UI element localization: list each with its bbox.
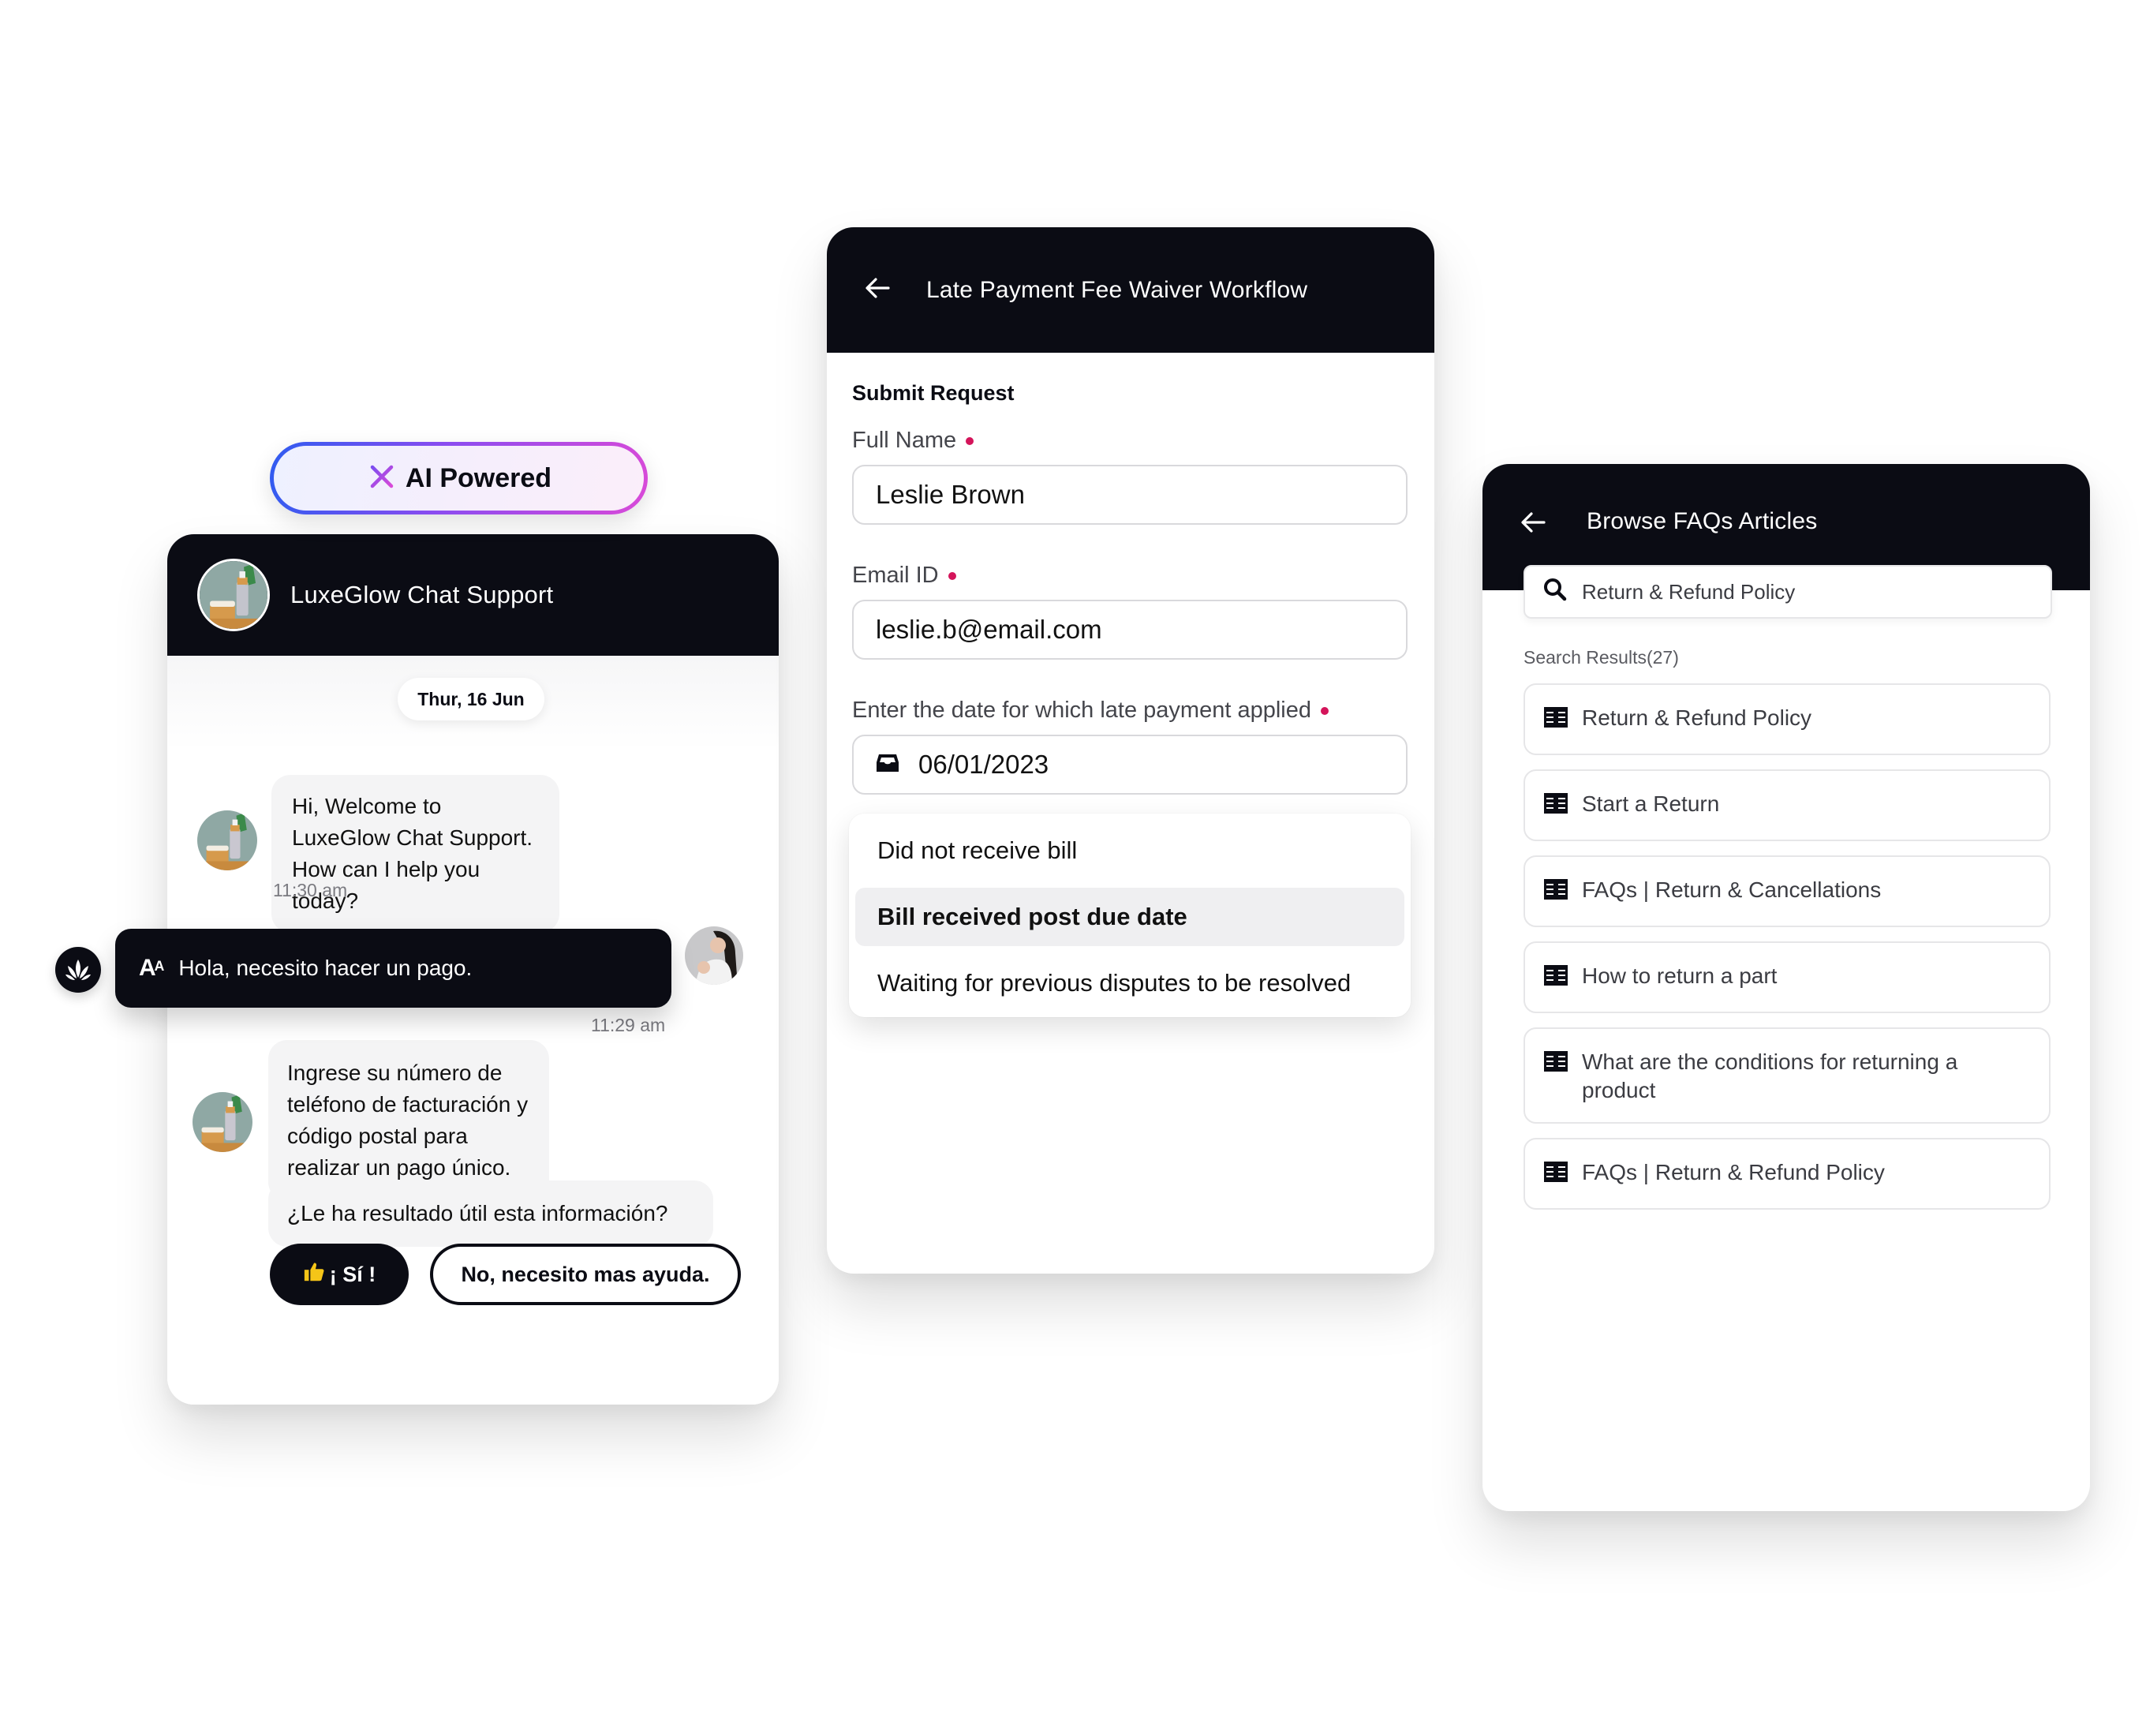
- book-icon: [1544, 1048, 1582, 1080]
- faq-results-list: Return & Refund Policy Start a Return FA…: [1524, 683, 2051, 1224]
- user-message-text: Hola, necesito hacer un pago.: [178, 956, 473, 980]
- message-timestamp: 11:29 am: [591, 1015, 666, 1035]
- faq-article-title: Return & Refund Policy: [1582, 705, 1812, 730]
- book-icon: [1544, 704, 1582, 736]
- faq-article-item[interactable]: Return & Refund Policy: [1524, 683, 2051, 755]
- workflow-form-panel: Late Payment Fee Waiver Workflow Submit …: [827, 227, 1434, 1274]
- faq-article-item[interactable]: Start a Return: [1524, 769, 2051, 841]
- chat-widget: LuxeGlow Chat Support Thur, 16 Jun Hi, W…: [115, 534, 779, 1405]
- bot-message: Ingrese su número de teléfono de factura…: [268, 1040, 549, 1201]
- ai-powered-label: AI Powered: [405, 462, 552, 493]
- form-title: Late Payment Fee Waiver Workflow: [926, 276, 1308, 303]
- date-separator: Thur, 16 Jun: [398, 678, 544, 720]
- bot-avatar: [193, 1092, 252, 1152]
- faq-article-item[interactable]: FAQs | Return & Refund Policy: [1524, 1138, 2051, 1210]
- faq-article-title: Start a Return: [1582, 791, 1720, 816]
- faq-title: Browse FAQs Articles: [1587, 508, 1818, 534]
- chat-title: LuxeGlow Chat Support: [290, 581, 554, 608]
- book-icon: [1544, 1158, 1582, 1191]
- dropdown-option-highlighted[interactable]: Bill received post due date: [855, 888, 1404, 946]
- faq-article-item[interactable]: FAQs | Return & Cancellations: [1524, 855, 2051, 927]
- bot-message: ¿Le ha resultado útil esta información?: [268, 1180, 713, 1247]
- bot-avatar: [197, 810, 257, 870]
- date-label: Enter the date for which late payment ap…: [852, 698, 1408, 724]
- back-arrow-icon[interactable]: [1519, 508, 1547, 541]
- dropdown-option[interactable]: Waiting for previous disputes to be reso…: [855, 954, 1404, 1012]
- faq-article-title: What are the conditions for returning a …: [1582, 1049, 1958, 1102]
- search-value: Return & Refund Policy: [1582, 579, 1796, 604]
- required-indicator: [1320, 706, 1329, 715]
- faq-article-item[interactable]: How to return a part: [1524, 941, 2051, 1013]
- faq-article-title: How to return a part: [1582, 963, 1778, 988]
- date-input[interactable]: 06/01/2023: [852, 735, 1408, 795]
- sparkle-icon: [366, 461, 398, 496]
- yes-reply-label: ¡ Sí !: [329, 1262, 376, 1286]
- thumbs-up-icon: [303, 1261, 325, 1289]
- book-icon: [1544, 790, 1582, 822]
- search-results-count: Search Results(27): [1524, 647, 1679, 668]
- translate-icon[interactable]: Aᴬ: [139, 955, 164, 982]
- search-icon: [1542, 577, 1582, 608]
- chat-messages: Thur, 16 Jun Hi, Welcome to LuxeGlow Cha…: [115, 656, 779, 1405]
- faq-article-title: FAQs | Return & Cancellations: [1582, 877, 1882, 902]
- faq-article-title: FAQs | Return & Refund Policy: [1582, 1160, 1885, 1184]
- section-title: Submit Request: [852, 381, 1015, 405]
- user-message: Aᴬ Hola, necesito hacer un pago.: [115, 929, 671, 1008]
- calendar-icon: [876, 750, 918, 780]
- yes-reply-button[interactable]: ¡ Sí !: [270, 1244, 409, 1305]
- full-name-label: Full Name: [852, 428, 1408, 454]
- full-name-input[interactable]: Leslie Brown: [852, 465, 1408, 525]
- dropdown-option[interactable]: Did not receive bill: [855, 821, 1404, 880]
- chat-header: LuxeGlow Chat Support: [167, 534, 779, 656]
- faq-panel: Browse FAQs Articles Return & Refund Pol…: [1482, 464, 2090, 1511]
- faq-article-item[interactable]: What are the conditions for returning a …: [1524, 1027, 2051, 1124]
- user-avatar: [685, 926, 743, 985]
- email-input[interactable]: leslie.b@email.com: [852, 600, 1408, 660]
- reason-dropdown-menu: Did not receive bill Bill received post …: [849, 814, 1411, 1017]
- back-arrow-icon[interactable]: [863, 274, 892, 306]
- message-timestamp: 11:30 am: [273, 880, 348, 900]
- ai-powered-badge: AI Powered: [270, 442, 648, 514]
- date-value: 06/01/2023: [918, 750, 1049, 779]
- required-indicator: [948, 571, 956, 580]
- brand-logo-icon: [55, 947, 101, 993]
- book-icon: [1544, 876, 1582, 908]
- form-header: Late Payment Fee Waiver Workflow: [827, 227, 1434, 353]
- bot-avatar: [197, 559, 270, 631]
- book-icon: [1544, 962, 1582, 994]
- no-reply-button[interactable]: No, necesito mas ayuda.: [430, 1244, 741, 1305]
- required-indicator: [966, 436, 974, 445]
- bot-message: Hi, Welcome to LuxeGlow Chat Support. Ho…: [271, 775, 559, 933]
- email-label: Email ID: [852, 563, 1408, 589]
- faq-search-input[interactable]: Return & Refund Policy: [1524, 565, 2052, 619]
